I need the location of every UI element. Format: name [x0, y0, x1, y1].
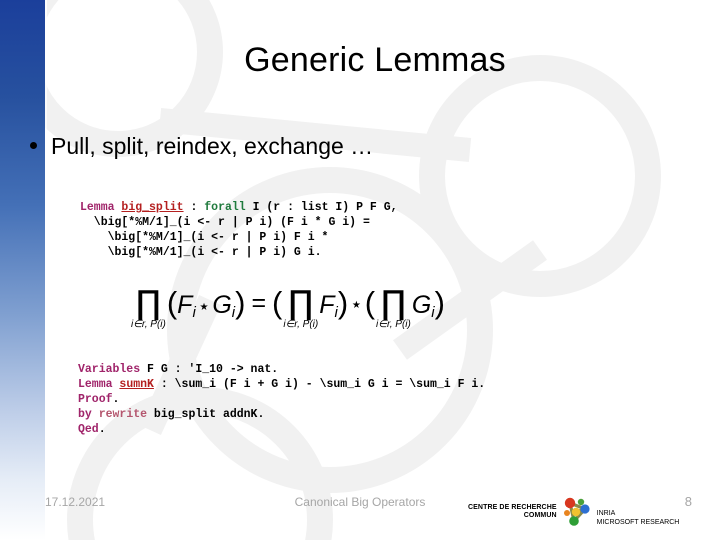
formula-group-1: (Fi ⋆Gi) [166, 285, 246, 328]
formula-group-2: Fi) [319, 285, 349, 328]
code-b-line5-rest: . [98, 423, 106, 436]
formula-group-3: Gi) [411, 285, 445, 328]
bullet-item-label: Pull, split, reindex, exchange … [51, 133, 374, 159]
code-keyword-proof: Proof [78, 393, 113, 406]
bigop-product-3: ∏ i∈r, P(i) [376, 283, 411, 330]
product-glyph-icon: ∏ [135, 283, 161, 322]
background-watermark [13, 0, 661, 540]
function-G-2: G [411, 291, 432, 319]
page-title: Generic Lemmas [244, 41, 506, 79]
open-paren-1: ( [166, 285, 178, 320]
close-paren-2: ) [337, 285, 349, 320]
function-G-1: G [212, 291, 232, 319]
logo-inria-label: INRIA MICROSOFT RESEARCH [596, 510, 680, 526]
bigop-subscript-3: i∈r, P(i) [376, 319, 411, 330]
open-paren-2: ( [272, 285, 283, 320]
code-keyword-lemma-2: Lemma [78, 378, 113, 391]
code-keyword-rewrite: rewrite [91, 408, 148, 421]
product-glyph-icon-3: ∏ [380, 283, 406, 322]
math-formula-big-split: ∏ i∈r, P(i) (Fi ⋆Gi) = ( ∏ i∈r, P(i) Fi) … [130, 283, 445, 330]
slide-canvas: Generic Lemmas Pull, split, reindex, exc… [0, 0, 720, 540]
star-operator-1: ⋆ [197, 294, 211, 318]
code-line2: \big[*%M/1]_(i <- r | P i) (F i * G i) = [80, 216, 370, 229]
code-line4: \big[*%M/1]_(i <- r | P i) G i. [80, 246, 322, 259]
code-line3: \big[*%M/1]_(i <- r | P i) F i * [80, 231, 329, 244]
code-b-line4-rest: big_split addnK. [147, 408, 265, 421]
function-F-2: F [319, 291, 335, 319]
code-b-line1-rest: F G : 'I_10 -> nat. [140, 363, 279, 376]
code-block-sumnk: Variables F G : 'I_10 -> nat. Lemma sumn… [78, 362, 485, 437]
star-operator-2: ⋆ [350, 292, 363, 316]
code-keyword-lemma: Lemma [80, 201, 115, 214]
logo-crc-label: CENTRE DE RECHERCHE COMMUN [468, 503, 557, 520]
left-accent-bar [0, 0, 45, 540]
bullet-list-item: Pull, split, reindex, exchange … [30, 133, 373, 160]
bigop-product-1: ∏ i∈r, P(i) [131, 283, 166, 330]
bigop-subscript-2: i∈r, P(i) [283, 319, 319, 330]
product-glyph-icon-2: ∏ [288, 283, 314, 322]
molecule-logo-icon [563, 497, 590, 526]
bigop-product-2: ∏ i∈r, P(i) [283, 283, 319, 330]
code-block-big-split: Lemma big_split : forall I (r : list I) … [80, 200, 398, 260]
code-keyword-variables: Variables [78, 363, 141, 376]
left-accent-bar-edge [45, 0, 47, 540]
footer-logo: CENTRE DE RECHERCHE COMMUN INRIA MICROSO… [468, 493, 679, 531]
bigop-subscript-1: i∈r, P(i) [131, 319, 166, 330]
open-paren-3: ( [364, 285, 376, 320]
footer-page-number: 8 [684, 494, 692, 509]
code-keyword-by: by [78, 408, 92, 421]
code-b-line3-rest: . [112, 393, 120, 406]
code-keyword-qed: Qed [78, 423, 99, 436]
code-line1-rest: I (r : list I) P F G, [245, 201, 398, 214]
code-lemma-name-sumnk: sumnK [119, 378, 154, 391]
open-paren-3-wrap: ( [364, 285, 376, 320]
code-lemma-name-big-split: big_split [121, 201, 184, 214]
equals-sign: = [251, 289, 267, 317]
function-F-1: F [177, 291, 193, 319]
code-colon-1: : [183, 201, 205, 214]
code-b-line2-rest: : \sum_i (F i + G i) - \sum_i G i = \sum… [153, 378, 486, 391]
code-keyword-forall: forall [204, 201, 246, 214]
close-paren-1: ) [235, 285, 246, 320]
star-operator-2-wrap: ⋆ [348, 288, 365, 319]
open-paren-2-wrap: ( [272, 285, 283, 320]
close-paren-3: ) [434, 285, 445, 320]
bullet-dot-icon [30, 142, 37, 149]
